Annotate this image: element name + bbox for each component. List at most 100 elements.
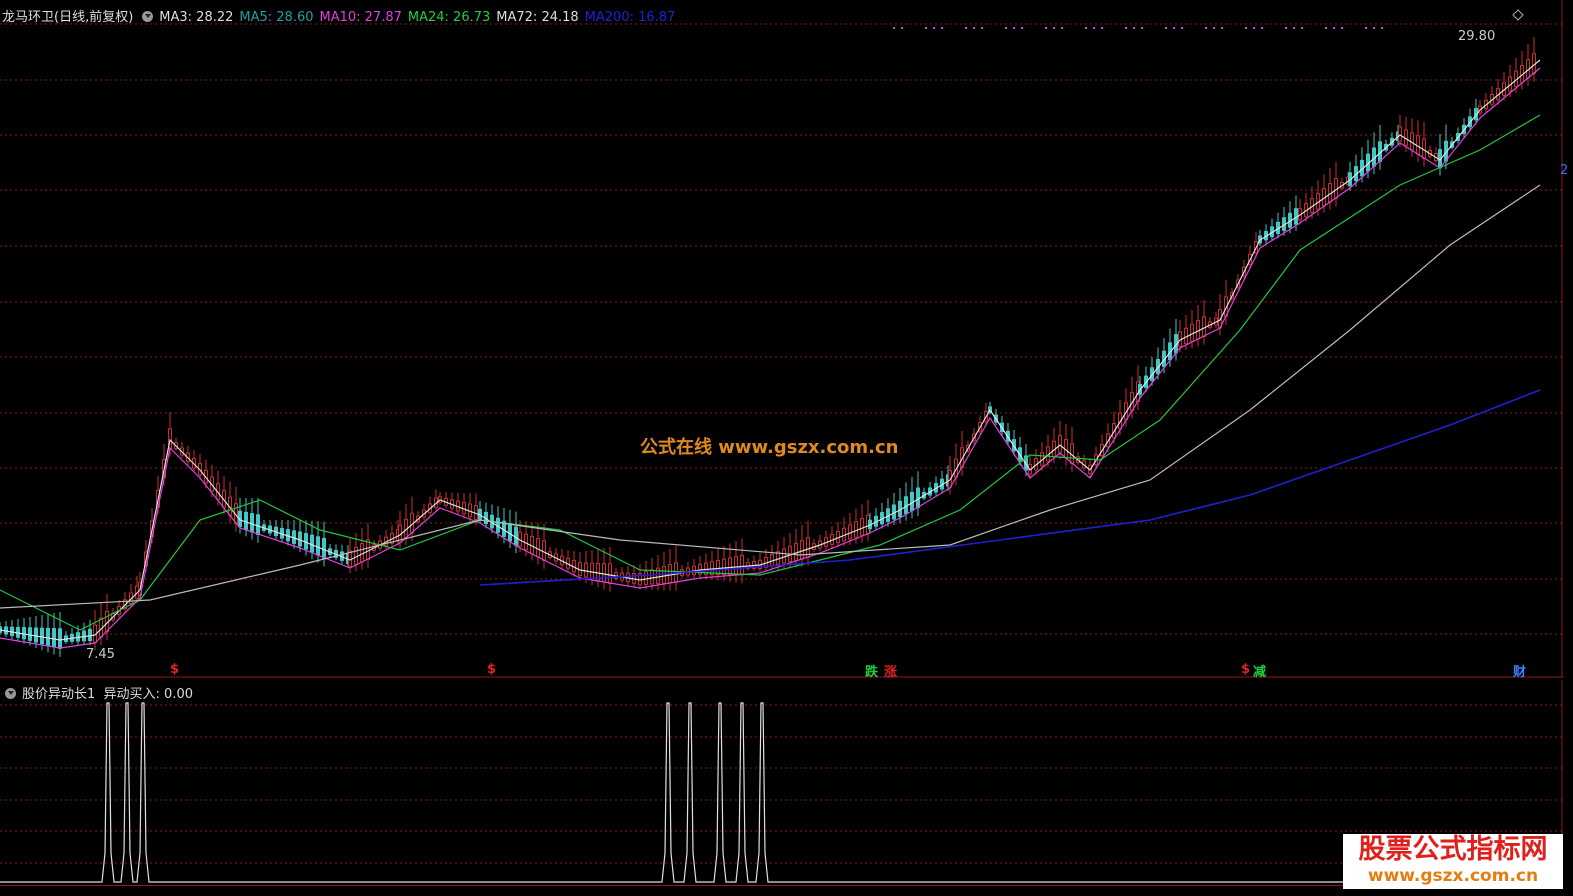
signal-marker: $ <box>1241 662 1251 677</box>
candle-body <box>734 556 738 576</box>
anomaly-signal-line <box>0 702 1563 883</box>
signal-dot <box>965 27 967 29</box>
candle-body <box>916 487 920 509</box>
dropdown-icon[interactable] <box>142 11 154 22</box>
high-price-label: 29.80 <box>1458 29 1496 44</box>
price-chart-canvas[interactable] <box>0 0 1563 678</box>
chart-legend: 龙马环卫(日线,前复权) MA3: 28.22 MA5: 28.60 MA10: 27… <box>2 6 681 25</box>
signal-dot <box>1205 27 1207 29</box>
signal-dot <box>1253 27 1255 29</box>
signal-dot <box>1285 27 1287 29</box>
signal-dot <box>1301 27 1303 29</box>
candle-body <box>542 540 546 561</box>
signal-dot <box>1245 27 1247 29</box>
indicator-canvas[interactable] <box>0 680 1563 885</box>
signal-dot <box>1181 27 1183 29</box>
signal-dot <box>941 27 943 29</box>
candle-body <box>644 571 648 585</box>
candle-body <box>22 627 26 640</box>
diamond-icon <box>1512 9 1524 21</box>
signal-dot <box>1165 27 1167 29</box>
signal-dot <box>893 27 895 29</box>
candle-body <box>46 627 50 646</box>
candle-body <box>34 627 38 643</box>
brand-logo: 股票公式指标网 www.gszx.com.cn <box>1343 834 1563 889</box>
signal-dot <box>1341 27 1343 29</box>
signal-dot <box>1381 27 1383 29</box>
signal-dot <box>901 27 903 29</box>
candle-body <box>608 563 612 584</box>
candle-body <box>310 534 314 553</box>
candle-body <box>58 628 62 649</box>
signal-marker: 财 <box>1513 665 1527 680</box>
candle-body <box>360 543 364 563</box>
signal-dot <box>1125 27 1127 29</box>
candle-body <box>304 533 308 550</box>
signal-marker: 减 <box>1253 665 1267 680</box>
signal-dot <box>1045 27 1047 29</box>
candle-body <box>590 562 594 580</box>
candle-body <box>740 554 744 576</box>
candle-body <box>1196 320 1200 340</box>
ma5-label: MA5: 28.60 <box>239 10 314 25</box>
signal-dot <box>1261 27 1263 29</box>
signal-marker: $ <box>170 662 180 677</box>
signal-dot <box>1005 27 1007 29</box>
stock-title[interactable]: 龙马环卫(日线,前复权) <box>2 10 133 25</box>
candle-body <box>530 535 534 554</box>
candle-body <box>1202 316 1206 337</box>
watermark-text: 公式在线 www.gszx.com.cn <box>640 437 899 458</box>
ma200-line <box>479 389 1541 586</box>
signal-dot <box>973 27 975 29</box>
candle-body <box>602 563 606 583</box>
brand-url: www.gszx.com.cn <box>1367 866 1539 886</box>
candle-body <box>322 537 326 559</box>
candle-body <box>854 521 858 538</box>
signal-marker: $ <box>487 662 497 677</box>
candle-body <box>1058 434 1062 453</box>
candle-body <box>1190 323 1194 342</box>
signal-dot <box>1133 27 1135 29</box>
candle-body <box>722 558 726 576</box>
candle-body <box>536 538 540 558</box>
indicator-legend: 股价异动长1 异动买入: 0.00 <box>2 683 193 702</box>
brand-title: 股票公式指标网 <box>1358 834 1548 865</box>
candle-body <box>52 628 56 648</box>
signal-dot <box>1053 27 1055 29</box>
signal-dot <box>1333 27 1335 29</box>
indicator-panel[interactable] <box>0 680 1563 885</box>
signal-dot <box>1173 27 1175 29</box>
right-scale-label: 2 <box>1560 163 1569 178</box>
low-price-label: 7.45 <box>86 647 115 662</box>
candle-body <box>298 531 302 547</box>
candle-body <box>800 540 804 560</box>
signal-dot <box>1085 27 1087 29</box>
signal-dot <box>933 27 935 29</box>
signal-dot <box>1021 27 1023 29</box>
candle-body <box>650 569 654 585</box>
candle-body <box>28 627 32 641</box>
candle-body <box>584 562 588 578</box>
time-axis <box>0 885 1563 896</box>
candle-body <box>40 627 44 645</box>
candle-body <box>716 560 720 575</box>
signal-dot <box>1293 27 1295 29</box>
signal-dot <box>1365 27 1367 29</box>
candle-body <box>250 513 254 533</box>
candle-body <box>860 518 864 536</box>
ma72-label: MA72: 24.18 <box>496 10 579 25</box>
price-chart-panel[interactable] <box>0 0 1563 678</box>
signal-dot <box>925 27 927 29</box>
ma24-label: MA24: 26.73 <box>407 10 491 25</box>
dropdown-icon[interactable] <box>5 688 16 699</box>
signal-dot <box>1213 27 1215 29</box>
indicator-name[interactable]: 股价异动长1 <box>22 687 95 702</box>
candle-body <box>782 548 786 564</box>
signal-dot <box>1093 27 1095 29</box>
ma200-label: MA200: 16.87 <box>584 10 676 25</box>
candle-body <box>728 557 732 576</box>
candle-body <box>1398 126 1402 142</box>
signal-dot <box>1101 27 1103 29</box>
ma72-line <box>0 184 1541 609</box>
signal-dot <box>1325 27 1327 29</box>
